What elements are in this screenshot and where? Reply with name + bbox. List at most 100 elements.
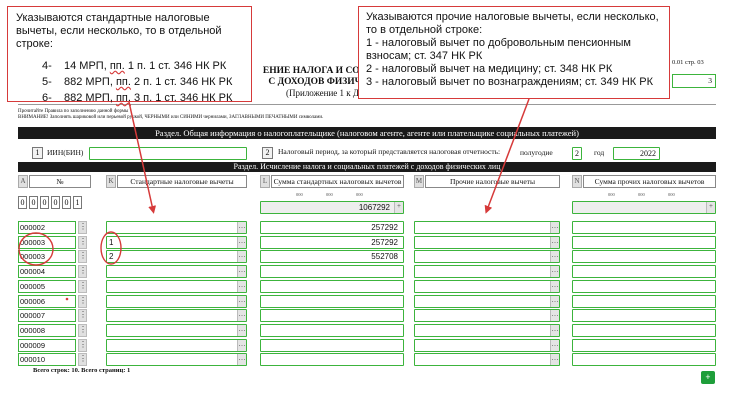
digit-group-label: 000 bbox=[356, 192, 363, 197]
row-menu-button[interactable]: ⋮ bbox=[78, 280, 87, 293]
standard-deduction-field[interactable]: … bbox=[106, 295, 247, 308]
iin-input[interactable] bbox=[89, 147, 247, 160]
other-deduction-field[interactable]: … bbox=[414, 295, 560, 308]
standard-sum-field[interactable] bbox=[260, 295, 404, 308]
standard-deduction-picker-button[interactable]: … bbox=[237, 340, 246, 351]
other-sum-field[interactable] bbox=[572, 309, 716, 322]
other-deduction-picker-button[interactable]: … bbox=[550, 340, 559, 351]
standard-deduction-field[interactable]: … bbox=[106, 309, 247, 322]
other-sum-field[interactable] bbox=[572, 339, 716, 352]
row-menu-button[interactable]: ⋮ bbox=[78, 250, 87, 263]
other-sum-field[interactable] bbox=[572, 280, 716, 293]
year-field[interactable]: 2022 bbox=[613, 147, 660, 160]
standard-deduction-picker-button[interactable]: … bbox=[237, 310, 246, 321]
standard-sum-value: 552708 bbox=[371, 252, 398, 261]
row-menu-button[interactable]: ⋮ bbox=[78, 265, 87, 278]
row-menu-button[interactable]: ⋮ bbox=[78, 353, 87, 366]
standard-sum-field[interactable] bbox=[260, 324, 404, 337]
period-label: Налоговый период, за который представляе… bbox=[278, 147, 501, 156]
standard-sum-field[interactable]: 552708 bbox=[260, 250, 404, 263]
form-code: 0.01 стр. 03 bbox=[672, 59, 704, 66]
row-menu-button[interactable]: ⋮ bbox=[78, 339, 87, 352]
standard-sum-field[interactable]: 257292 bbox=[260, 236, 404, 249]
other-deduction-picker-button[interactable]: … bbox=[550, 281, 559, 292]
callout-standard-deductions: Указываются стандартные налоговые вычеты… bbox=[7, 6, 252, 105]
count-digit: 0 bbox=[51, 196, 60, 209]
total-standard-sum: 1067292 bbox=[358, 203, 390, 212]
standard-deduction-field[interactable]: … bbox=[106, 324, 247, 337]
callout-right-item: 1 - налоговый вычет по добровольным пенс… bbox=[366, 37, 631, 62]
other-sum-field[interactable] bbox=[572, 295, 716, 308]
other-sum-field[interactable] bbox=[572, 265, 716, 278]
other-sum-field[interactable] bbox=[572, 236, 716, 249]
row-menu-button[interactable]: ⋮ bbox=[78, 309, 87, 322]
add-row-button[interactable]: + bbox=[701, 371, 715, 384]
other-deduction-field[interactable]: … bbox=[414, 309, 560, 322]
section-general-header: Раздел. Общая информация о налогоплатель… bbox=[18, 127, 716, 139]
standard-deduction-field[interactable]: … bbox=[106, 221, 247, 234]
standard-deduction-picker-button[interactable]: … bbox=[237, 222, 246, 233]
standard-sum-field[interactable]: 257292 bbox=[260, 221, 404, 234]
other-deduction-picker-button[interactable]: … bbox=[550, 325, 559, 336]
other-deduction-picker-button[interactable]: … bbox=[550, 296, 559, 307]
other-sum-field[interactable] bbox=[572, 250, 716, 263]
other-deduction-field[interactable]: … bbox=[414, 221, 560, 234]
row-menu-button[interactable]: ⋮ bbox=[78, 236, 87, 249]
standard-sum-field[interactable] bbox=[260, 280, 404, 293]
other-sum-field[interactable] bbox=[572, 221, 716, 234]
standard-deduction-field[interactable]: 2… bbox=[106, 250, 247, 263]
standard-deduction-picker-button[interactable]: … bbox=[237, 325, 246, 336]
standard-deduction-picker-button[interactable]: … bbox=[237, 354, 246, 365]
other-sum-field[interactable] bbox=[572, 353, 716, 366]
standard-sum-field[interactable] bbox=[260, 265, 404, 278]
other-deduction-picker-button[interactable]: … bbox=[550, 354, 559, 365]
standard-deduction-field[interactable]: 1… bbox=[106, 236, 247, 249]
other-deduction-field[interactable]: … bbox=[414, 265, 560, 278]
other-deduction-field[interactable]: … bbox=[414, 236, 560, 249]
standard-deduction-field[interactable]: … bbox=[106, 353, 247, 366]
year-label: год bbox=[594, 148, 605, 157]
row-menu-button[interactable]: ⋮ bbox=[78, 324, 87, 337]
standard-deduction-field[interactable]: … bbox=[106, 339, 247, 352]
standard-deduction-picker-button[interactable]: … bbox=[237, 281, 246, 292]
column-header-other-sum: Сумма прочих налоговых вычетов bbox=[583, 175, 716, 188]
callout-left-item: 4- 14 МРП, пп. 1 п. 1 ст. 346 НК РК bbox=[42, 60, 227, 72]
standard-deduction-picker-button[interactable]: … bbox=[237, 266, 246, 277]
row-menu-button[interactable]: ⋮ bbox=[78, 295, 87, 308]
digit-group-label: 000 bbox=[608, 192, 615, 197]
standard-sum-field[interactable] bbox=[260, 309, 404, 322]
standard-deduction-picker-button[interactable]: … bbox=[237, 296, 246, 307]
standard-sum-field[interactable] bbox=[260, 353, 404, 366]
callout-left-list: 4- 14 МРП, пп. 1 п. 1 ст. 346 НК РК 5- 882… bbox=[16, 60, 243, 105]
row-number: 000003 bbox=[18, 250, 76, 263]
standard-deduction-field[interactable]: … bbox=[106, 265, 247, 278]
other-deduction-field[interactable]: … bbox=[414, 353, 560, 366]
standard-deduction-field[interactable]: … bbox=[106, 280, 247, 293]
field-number-1: 1 bbox=[32, 147, 43, 159]
page-number-field[interactable]: 3 bbox=[672, 74, 716, 88]
other-deduction-picker-button[interactable]: … bbox=[550, 251, 559, 262]
row-number: 000007 bbox=[18, 309, 76, 322]
iin-label: ИИН(БИН) bbox=[47, 148, 84, 157]
other-deduction-field[interactable]: … bbox=[414, 324, 560, 337]
row-number: 000002 bbox=[18, 221, 76, 234]
row-menu-button[interactable]: ⋮ bbox=[78, 221, 87, 234]
standard-deduction-picker-button[interactable]: … bbox=[237, 251, 246, 262]
count-digit: 0 bbox=[62, 196, 71, 209]
other-sum-field[interactable] bbox=[572, 324, 716, 337]
other-deduction-field[interactable]: … bbox=[414, 280, 560, 293]
total-other-sum-button[interactable]: + bbox=[706, 202, 715, 213]
other-deduction-picker-button[interactable]: … bbox=[550, 266, 559, 277]
other-deduction-picker-button[interactable]: … bbox=[550, 310, 559, 321]
count-digit: 0 bbox=[18, 196, 27, 209]
standard-sum-field[interactable] bbox=[260, 339, 404, 352]
total-sum-button[interactable]: + bbox=[394, 202, 403, 213]
other-deduction-picker-button[interactable]: … bbox=[550, 222, 559, 233]
standard-deduction-code: 1 bbox=[109, 238, 114, 247]
standard-sum-value: 257292 bbox=[371, 238, 398, 247]
other-deduction-picker-button[interactable]: … bbox=[550, 237, 559, 248]
other-deduction-field[interactable]: … bbox=[414, 250, 560, 263]
halfyear-field[interactable]: 2 bbox=[572, 147, 582, 160]
other-deduction-field[interactable]: … bbox=[414, 339, 560, 352]
standard-deduction-picker-button[interactable]: … bbox=[237, 237, 246, 248]
